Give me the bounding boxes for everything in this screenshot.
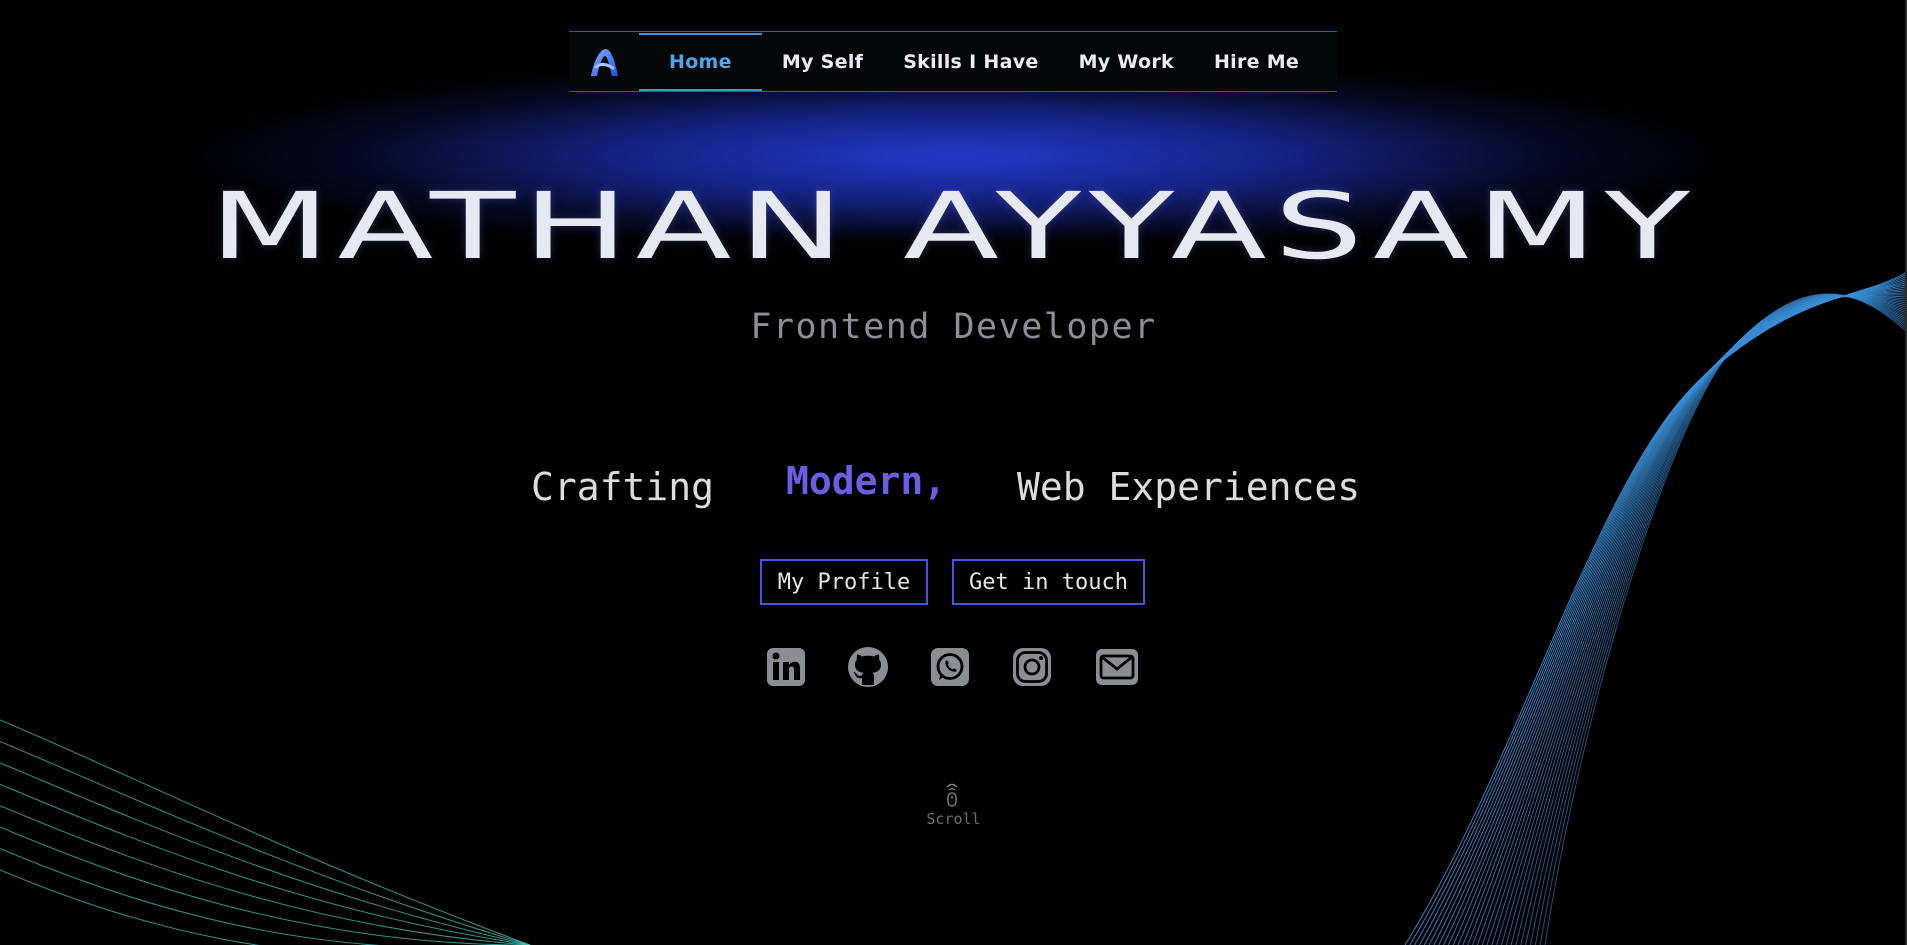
- wave-line: [1419, 277, 1907, 945]
- wave-line: [1544, 293, 1907, 945]
- wave-line: [1404, 271, 1907, 945]
- tagline-word-web: Web Experiences: [1017, 465, 1361, 509]
- wave-line: [1515, 295, 1907, 945]
- wave-line: [0, 783, 531, 945]
- wave-line: [1539, 293, 1907, 945]
- get-in-touch-button[interactable]: Get in touch: [952, 559, 1145, 605]
- wave-line: [1472, 295, 1907, 945]
- nav-my-work[interactable]: My Work: [1059, 33, 1194, 91]
- mouse-scroll-icon: [943, 783, 961, 809]
- wave-line: [1447, 290, 1907, 945]
- mail-icon[interactable]: [1094, 645, 1138, 689]
- wave-line: [1462, 294, 1907, 945]
- wave-line: [1530, 294, 1907, 945]
- wave-line: [1496, 295, 1907, 945]
- wave-line: [1409, 273, 1907, 945]
- wave-line: [1467, 295, 1907, 945]
- wave-line: [1486, 295, 1907, 945]
- wave-line: [0, 740, 531, 945]
- wave-line: [1481, 295, 1907, 945]
- hero-name: MATHAN AYYASAMY: [209, 173, 1698, 280]
- wave-line: [1501, 295, 1907, 945]
- my-profile-button[interactable]: My Profile: [760, 559, 928, 605]
- hero-role: Frontend Developer: [750, 307, 1157, 347]
- wave-line: [1438, 285, 1907, 945]
- wave-line: [0, 719, 531, 945]
- nav-skills[interactable]: Skills I Have: [883, 33, 1058, 91]
- wave-line: [1457, 294, 1907, 945]
- linkedin-icon[interactable]: [764, 645, 808, 689]
- nav-home[interactable]: Home: [639, 32, 762, 91]
- top-navbar: Home My Self Skills I Have My Work Hire …: [569, 31, 1337, 92]
- wave-line: [0, 826, 530, 945]
- wave-line: [1520, 295, 1907, 945]
- wave-line: [1443, 288, 1907, 945]
- wave-line: [0, 869, 530, 945]
- wave-line: [1433, 283, 1907, 945]
- wave-line: [1510, 295, 1907, 945]
- wave-line: [0, 762, 531, 945]
- wave-line: [1414, 275, 1907, 945]
- left-wave-lines: [0, 719, 531, 945]
- github-icon[interactable]: [846, 645, 890, 689]
- wave-line: [1423, 279, 1907, 945]
- wave-line: [1525, 294, 1907, 945]
- wave-line: [1505, 295, 1907, 945]
- wave-line: [1452, 292, 1907, 945]
- wave-line: [1476, 295, 1907, 945]
- instagram-icon[interactable]: [1010, 645, 1054, 689]
- nav-my-self[interactable]: My Self: [762, 33, 883, 91]
- tagline-word-highlight: Modern,: [786, 459, 947, 503]
- portfolio-page: Home My Self Skills I Have My Work Hire …: [0, 0, 1907, 945]
- whatsapp-icon[interactable]: [928, 645, 972, 689]
- scroll-label: Scroll: [926, 810, 981, 828]
- wave-line: [0, 848, 530, 945]
- wave-line: [1428, 281, 1907, 945]
- wave-line: [1534, 294, 1907, 945]
- nav-hire-me[interactable]: Hire Me: [1194, 33, 1319, 91]
- wave-line: [1491, 295, 1907, 945]
- right-wave-lines: [1404, 271, 1907, 945]
- tagline-word-crafting: Crafting: [531, 465, 715, 509]
- hero-tagline: Crafting Modern, Web Experiences: [0, 459, 1907, 519]
- letter-a-logo-icon[interactable]: [569, 33, 639, 91]
